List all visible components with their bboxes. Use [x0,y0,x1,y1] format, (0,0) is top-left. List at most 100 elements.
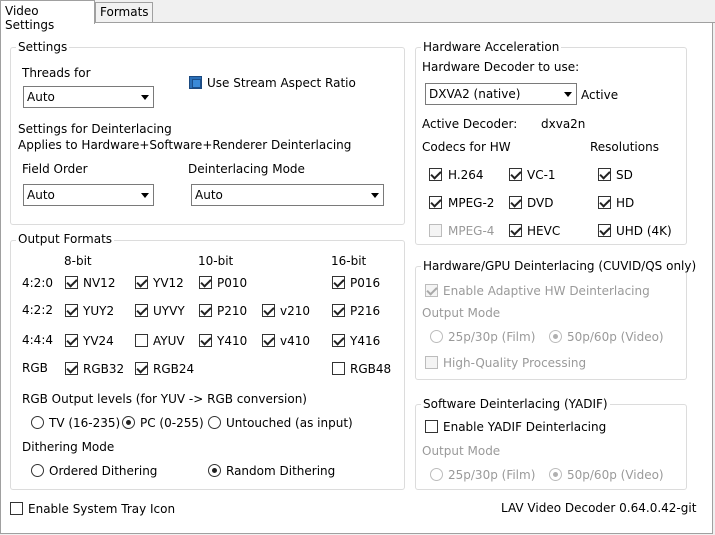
stream-aspect-checkbox[interactable] [189,76,202,89]
y416-label: Y416 [350,334,381,348]
rgb24-checkbox[interactable] [135,362,148,375]
v410-checkbox[interactable] [262,334,275,347]
hevc-label: HEVC [527,224,561,238]
hw-accel-title: Hardware Acceleration [421,40,562,54]
system-tray-checkbox[interactable] [10,502,23,515]
untouched-label: Untouched (as input) [226,416,353,430]
rgb-levels-label: RGB Output levels (for YUV -> RGB conver… [22,392,307,406]
col-16bit: 16-bit [331,254,367,268]
uhd-checkbox[interactable] [598,224,611,237]
yv24-checkbox[interactable] [65,334,78,347]
tv-range-radio[interactable] [31,416,44,429]
yv12-checkbox[interactable] [135,276,148,289]
vc1-checkbox[interactable] [509,168,522,181]
hw-decoder-combo[interactable]: DXVA2 (native) [425,83,577,105]
uyvy-checkbox[interactable] [135,304,148,317]
sd-checkbox[interactable] [598,168,611,181]
adaptive-hw-deint-checkbox[interactable] [425,284,438,297]
deint-mode-combo[interactable]: Auto [191,184,384,206]
version-label: LAV Video Decoder 0.64.0.42-git [501,501,697,515]
settings-group-title: Settings [16,40,70,54]
rgb24-label: RGB24 [153,362,195,376]
row-rgb-label: RGB [22,361,48,375]
pc-range-radio[interactable] [122,416,135,429]
chevron-down-icon [564,92,572,97]
v210-checkbox[interactable] [262,304,275,317]
uyvy-label: UYVY [153,304,185,318]
hd-checkbox[interactable] [598,196,611,209]
codecs-label: Codecs for HW [422,140,511,154]
rgb48-checkbox[interactable] [332,362,345,375]
stream-aspect-label: Use Stream Aspect Ratio [207,76,356,90]
gpu-video-label: 50p/60p (Video) [567,330,664,344]
p216-checkbox[interactable] [332,304,345,317]
p010-label: P010 [217,276,248,290]
nv12-checkbox[interactable] [65,276,78,289]
active-decoder-label: Active Decoder: [422,117,518,131]
gpu-output-mode-label: Output Mode [422,306,501,320]
sw-video-radio[interactable] [549,468,562,481]
tab-formats[interactable]: Formats [95,2,153,22]
gpu-video-radio[interactable] [549,330,562,343]
output-formats-title: Output Formats [16,232,115,246]
p210-checkbox[interactable] [199,304,212,317]
hevc-checkbox[interactable] [509,224,522,237]
yuy2-label: YUY2 [83,304,115,318]
mpeg4-label: MPEG-4 [448,224,495,238]
threads-value: Auto [27,90,55,104]
ayuv-checkbox[interactable] [135,334,148,347]
ordered-dither-radio[interactable] [31,464,44,477]
p016-checkbox[interactable] [332,276,345,289]
ordered-dither-label: Ordered Dithering [49,464,158,478]
yv24-label: YV24 [83,334,114,348]
ayuv-label: AYUV [153,334,185,348]
yadif-checkbox[interactable] [425,420,438,433]
mpeg2-checkbox[interactable] [429,196,442,209]
gpu-film-radio[interactable] [430,330,443,343]
active-decoder-value: dxva2n [541,117,586,131]
sw-film-radio[interactable] [430,468,443,481]
gpu-deint-title: Hardware/GPU Deinterlacing (CUVID/QS onl… [421,259,699,273]
yadif-label: Enable YADIF Deinterlacing [443,420,607,434]
pc-range-label: PC (0-255) [140,416,204,430]
y410-checkbox[interactable] [199,334,212,347]
system-tray-label: Enable System Tray Icon [28,502,176,516]
chevron-down-icon [371,193,379,198]
yuy2-checkbox[interactable] [65,304,78,317]
v210-label: v210 [280,304,311,318]
p010-checkbox[interactable] [199,276,212,289]
col-8bit: 8-bit [64,254,92,268]
untouched-radio[interactable] [208,416,221,429]
field-order-combo[interactable]: Auto [23,184,154,206]
field-order-label: Field Order [22,162,88,176]
mpeg4-checkbox[interactable] [429,224,442,237]
threads-label: Threads for [22,66,91,80]
mpeg2-label: MPEG-2 [448,196,495,210]
deint-settings-title: Settings for Deinterlacing [18,122,172,136]
tab-video-settings[interactable]: Video Settings [0,0,95,32]
tv-range-label: TV (16-235) [49,416,121,430]
threads-combo[interactable]: Auto [23,86,154,108]
hw-decoder-label: Hardware Decoder to use: [422,60,580,74]
rgb32-label: RGB32 [83,362,125,376]
hd-label: HD [616,196,635,210]
random-dither-radio[interactable] [208,464,221,477]
h264-checkbox[interactable] [429,168,442,181]
deint-mode-label: Deinterlacing Mode [188,162,305,176]
hw-decoder-value: DXVA2 (native) [429,87,521,101]
hq-processing-label: High-Quality Processing [443,356,587,370]
dithering-label: Dithering Mode [22,440,115,454]
sw-film-label: 25p/30p (Film) [448,468,536,482]
row-422-label: 4:2:2 [22,303,53,317]
rgb32-checkbox[interactable] [65,362,78,375]
vc1-label: VC-1 [527,168,556,182]
p016-label: P016 [350,276,381,290]
dvd-checkbox[interactable] [509,196,522,209]
yv12-label: YV12 [153,276,184,290]
deint-mode-value: Auto [195,188,223,202]
hq-processing-checkbox[interactable] [425,356,438,369]
hw-status: Active [581,88,619,102]
col-10bit: 10-bit [198,254,234,268]
y416-checkbox[interactable] [332,334,345,347]
random-dither-label: Random Dithering [226,464,336,478]
